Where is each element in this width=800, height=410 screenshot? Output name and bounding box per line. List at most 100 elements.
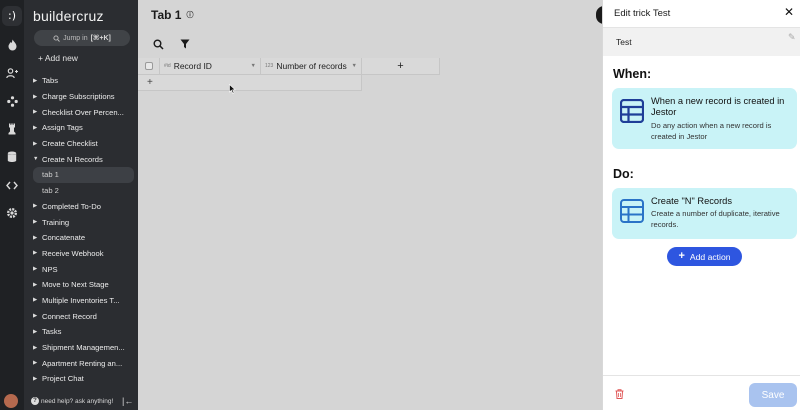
pencil-icon[interactable]: ✎	[788, 32, 796, 43]
caret-down-icon: ▼	[33, 156, 39, 163]
sidebar-subitem[interactable]: tab 2	[24, 183, 138, 199]
sidebar-item-label: Project Chat	[42, 374, 84, 384]
tab-title-text: Tab 1	[151, 8, 182, 22]
mouse-cursor-icon	[229, 84, 236, 94]
caret-right-icon: ▶	[33, 203, 38, 210]
sidebar-item[interactable]: ▶ Project Chat	[24, 371, 138, 387]
sidebar-item[interactable]: ▶ Create Checklist	[24, 136, 138, 152]
caret-right-icon: ▶	[33, 313, 38, 320]
sidebar-item[interactable]: ▶ Multiple Inventories T...	[24, 293, 138, 309]
jump-label: Jump in	[63, 34, 88, 42]
caret-right-icon: ▶	[33, 344, 38, 351]
caret-right-icon: ▶	[33, 77, 38, 84]
gear-icon[interactable]	[0, 205, 24, 221]
app-logo-icon[interactable]: :)	[2, 6, 22, 26]
trigger-card[interactable]: When a new record is created in Jestor D…	[612, 88, 797, 149]
sidebar-item-label: Shipment Managemen...	[42, 343, 125, 353]
main-content: Tab 1 ⓘ #id Record ID ▼ 123 Number of re…	[138, 0, 608, 410]
sidebar-item-label: Create N Records	[42, 154, 103, 164]
caret-right-icon: ▶	[33, 124, 38, 131]
caret-right-icon: ▶	[33, 297, 38, 304]
help-link[interactable]: ? need help? ask anything!	[31, 397, 113, 405]
help-text: need help? ask anything!	[41, 397, 114, 405]
sidebar-item-label: Assign Tags	[42, 123, 83, 133]
select-all-checkbox[interactable]	[138, 58, 160, 75]
trash-icon[interactable]	[615, 389, 624, 399]
jump-search-button[interactable]: Jump in [⌘+K]	[34, 30, 130, 46]
sidebar-item[interactable]: ▶ Training	[24, 214, 138, 230]
sidebar-item-label: Training	[42, 217, 70, 227]
icon-rail: :)	[0, 0, 24, 410]
trigger-title: When a new record is created in Jestor	[651, 96, 785, 117]
sidebar-item[interactable]: ▶ Charge Subscriptions	[24, 89, 138, 105]
sidebar-item-label: Tabs	[42, 76, 59, 86]
add-column-button[interactable]: +	[362, 58, 440, 75]
search-icon[interactable]	[152, 38, 164, 50]
sidebar-item[interactable]: ▶ NPS	[24, 261, 138, 277]
add-new-button[interactable]: + Add new	[38, 53, 78, 63]
flame-icon[interactable]	[0, 37, 24, 53]
records-grid: #id Record ID ▼ 123 Number of records ▼ …	[138, 58, 440, 91]
integrations-icon[interactable]	[0, 93, 24, 109]
sidebar-item-label: tab 2	[42, 186, 59, 196]
chevron-down-icon[interactable]: ▼	[352, 63, 357, 69]
caret-right-icon: ▶	[33, 219, 38, 226]
sidebar-item[interactable]: ▶ Receive Webhook	[24, 246, 138, 262]
trigger-description: Do any action when a new record is creat…	[651, 121, 772, 141]
sidebar-item[interactable]: ▶ Completed To-Do	[24, 199, 138, 215]
sidebar-item-label: Apartment Renting an...	[42, 358, 123, 368]
chevron-down-icon[interactable]: ▼	[251, 63, 256, 69]
caret-right-icon: ▶	[33, 250, 38, 257]
sidebar-item[interactable]: ▶ Checklist Over Percen...	[24, 104, 138, 120]
sidebar-item[interactable]: ▶ Move to Next Stage	[24, 277, 138, 293]
panel-title: Edit trick Test	[614, 8, 671, 19]
add-action-button[interactable]: + Add action	[667, 247, 742, 266]
column-header-label: Record ID	[173, 61, 212, 71]
avatar[interactable]	[4, 394, 18, 408]
caret-right-icon: ▶	[33, 375, 38, 382]
caret-right-icon: ▶	[33, 281, 38, 288]
column-type-tag: 123	[265, 63, 274, 69]
info-icon[interactable]: ⓘ	[186, 10, 193, 20]
edit-trick-panel: Edit trick Test ✕ Test ✎ When: When a ne…	[602, 0, 800, 410]
sidebar-item[interactable]: ▶ Shipment Managemen...	[24, 340, 138, 356]
panel-header: Edit trick Test ✕	[603, 0, 800, 28]
sidebar-subitem[interactable]: tab 1	[33, 167, 134, 183]
column-header-label: Number of records	[276, 61, 347, 71]
column-header-record-id[interactable]: #id Record ID ▼	[160, 58, 261, 75]
caret-right-icon: ▶	[33, 140, 38, 147]
workspace-name: buildercruz	[33, 8, 104, 24]
collapse-sidebar-icon[interactable]: |←	[122, 396, 133, 406]
sidebar-item[interactable]: ▶ Tasks	[24, 324, 138, 340]
help-icon: ?	[31, 397, 39, 405]
filter-icon[interactable]	[179, 38, 191, 50]
sidebar-item-label: NPS	[42, 264, 58, 274]
chess-piece-icon[interactable]	[0, 121, 24, 137]
sidebar-item[interactable]: ▶ Assign Tags	[24, 120, 138, 136]
column-type-tag: #id	[164, 63, 171, 69]
action-card[interactable]: Create "N" Records Create a number of du…	[612, 188, 797, 239]
database-icon[interactable]	[0, 149, 24, 165]
page-title: Tab 1 ⓘ	[151, 8, 193, 22]
trick-name-field[interactable]: Test ✎	[603, 28, 800, 56]
table-icon	[620, 199, 644, 223]
sidebar-item[interactable]: ▼ Create N Records	[24, 151, 138, 167]
sidebar-item[interactable]: ▶ Concatenate	[24, 230, 138, 246]
sidebar-item-label: Connect Record	[42, 311, 97, 321]
sidebar-item-label: Completed To-Do	[42, 201, 101, 211]
add-action-label: Add action	[689, 251, 731, 262]
save-button[interactable]: Save	[749, 383, 797, 407]
code-icon[interactable]	[0, 177, 24, 193]
add-user-icon[interactable]	[0, 65, 24, 81]
table-icon	[620, 99, 644, 123]
sidebar-item[interactable]: ▶ Tabs	[24, 73, 138, 89]
sidebar-item[interactable]: ▶ Apartment Renting an...	[24, 355, 138, 371]
sidebar-item-label: Multiple Inventories T...	[42, 295, 120, 305]
column-header-number-of-records[interactable]: 123 Number of records ▼	[261, 58, 362, 75]
add-row-button[interactable]: +	[138, 75, 362, 91]
close-icon[interactable]: ✕	[784, 5, 794, 19]
sidebar-item[interactable]: ▶ Connect Record	[24, 308, 138, 324]
sidebar: buildercruz Jump in [⌘+K] + Add new ▶ Tab…	[24, 0, 138, 410]
add-row: +	[138, 75, 440, 91]
sidebar-item-label: Receive Webhook	[42, 248, 104, 258]
